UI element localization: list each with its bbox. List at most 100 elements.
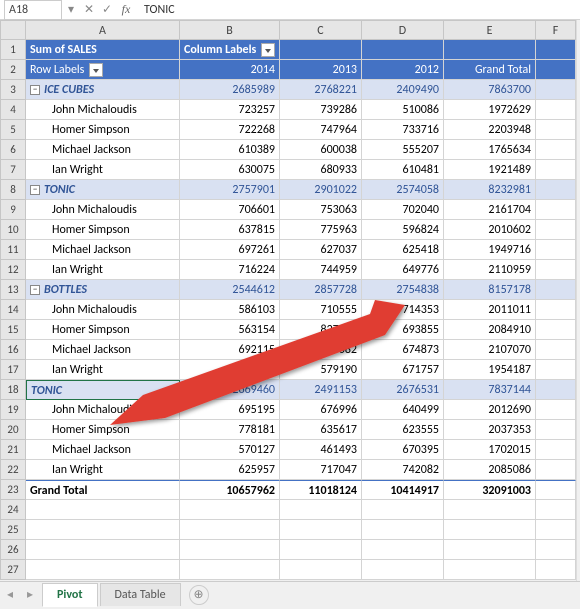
row-header[interactable]: 4 bbox=[0, 100, 26, 120]
cell[interactable] bbox=[536, 120, 576, 140]
cell[interactable] bbox=[536, 80, 576, 100]
cell[interactable]: 1921489 bbox=[444, 160, 536, 180]
cell[interactable] bbox=[536, 280, 576, 300]
person-name[interactable]: Michael Jackson bbox=[26, 440, 180, 460]
cell[interactable]: 2669460 bbox=[180, 380, 280, 400]
cell[interactable]: 2011011 bbox=[444, 300, 536, 320]
cell[interactable]: 635617 bbox=[280, 420, 362, 440]
cell[interactable]: 742082 bbox=[362, 460, 444, 480]
enter-icon[interactable]: ✓ bbox=[98, 2, 116, 17]
grand-total-label[interactable]: Grand Total bbox=[26, 480, 180, 500]
cell[interactable]: 827901 bbox=[280, 320, 362, 340]
row-header[interactable]: 25 bbox=[0, 520, 26, 540]
cell[interactable]: 600038 bbox=[280, 140, 362, 160]
cell[interactable]: 670395 bbox=[362, 440, 444, 460]
cell[interactable]: 744959 bbox=[280, 260, 362, 280]
cell[interactable] bbox=[536, 180, 576, 200]
cell[interactable]: 8157178 bbox=[444, 280, 536, 300]
cell[interactable]: 2676531 bbox=[362, 380, 444, 400]
row-header[interactable]: 11 bbox=[0, 240, 26, 260]
row-header[interactable]: 12 bbox=[0, 260, 26, 280]
cell[interactable] bbox=[536, 40, 576, 60]
cell[interactable]: 2491153 bbox=[280, 380, 362, 400]
cell[interactable] bbox=[26, 500, 180, 520]
cell[interactable] bbox=[280, 540, 362, 560]
row-header[interactable]: 2 bbox=[0, 60, 26, 80]
cell[interactable]: 747964 bbox=[280, 120, 362, 140]
cell[interactable]: 2768221 bbox=[280, 80, 362, 100]
person-name[interactable]: Michael Jackson bbox=[26, 340, 180, 360]
select-all-corner[interactable] bbox=[0, 20, 26, 40]
cell[interactable]: 7837144 bbox=[444, 380, 536, 400]
cell[interactable]: 2901022 bbox=[280, 180, 362, 200]
cell[interactable]: 1765634 bbox=[444, 140, 536, 160]
group-name[interactable]: −ICE CUBES bbox=[26, 80, 180, 100]
row-header[interactable]: 16 bbox=[0, 340, 26, 360]
cell[interactable] bbox=[180, 500, 280, 520]
row-header[interactable]: 1 bbox=[0, 40, 26, 60]
cell[interactable]: 680933 bbox=[280, 160, 362, 180]
cell[interactable]: 10657962 bbox=[180, 480, 280, 500]
cell[interactable] bbox=[362, 500, 444, 520]
year[interactable]: 2013 bbox=[280, 60, 362, 80]
cell[interactable]: 630075 bbox=[180, 160, 280, 180]
year[interactable]: 2012 bbox=[362, 60, 444, 80]
cell[interactable]: 1702015 bbox=[444, 440, 536, 460]
row-header[interactable]: 22 bbox=[0, 460, 26, 480]
cell[interactable]: 563154 bbox=[180, 320, 280, 340]
cell[interactable] bbox=[280, 500, 362, 520]
row-header[interactable]: 20 bbox=[0, 420, 26, 440]
pivot-title[interactable]: Sum of SALES bbox=[26, 40, 180, 60]
cell[interactable]: 702040 bbox=[362, 200, 444, 220]
cell[interactable] bbox=[536, 480, 576, 500]
name-box[interactable]: A18 bbox=[4, 0, 62, 20]
cell[interactable] bbox=[536, 500, 576, 520]
cell[interactable] bbox=[536, 440, 576, 460]
cell[interactable]: 706601 bbox=[180, 200, 280, 220]
cell[interactable]: 8232981 bbox=[444, 180, 536, 200]
cell[interactable] bbox=[536, 540, 576, 560]
year[interactable]: 2014 bbox=[180, 60, 280, 80]
add-sheet-icon[interactable]: ⊕ bbox=[189, 585, 209, 605]
collapse-icon[interactable]: − bbox=[30, 185, 40, 195]
cell[interactable]: 640499 bbox=[362, 400, 444, 420]
cell[interactable]: 692115 bbox=[180, 340, 280, 360]
person-name[interactable]: John Michaloudis bbox=[26, 100, 180, 120]
row-header[interactable]: 24 bbox=[0, 500, 26, 520]
person-name[interactable]: Michael Jackson bbox=[26, 240, 180, 260]
row-header[interactable]: 9 bbox=[0, 200, 26, 220]
cell[interactable]: 703240 bbox=[180, 360, 280, 380]
cell[interactable] bbox=[180, 520, 280, 540]
cell[interactable]: 2544612 bbox=[180, 280, 280, 300]
cell[interactable]: 2409490 bbox=[362, 80, 444, 100]
group-name[interactable]: TONIC bbox=[26, 380, 180, 400]
cell[interactable]: 510086 bbox=[362, 100, 444, 120]
person-name[interactable]: John Michaloudis bbox=[26, 300, 180, 320]
cell[interactable]: 739286 bbox=[280, 100, 362, 120]
person-name[interactable]: Homer Simpson bbox=[26, 420, 180, 440]
cell[interactable] bbox=[444, 560, 536, 580]
row-header[interactable]: 19 bbox=[0, 400, 26, 420]
cell[interactable]: 695195 bbox=[180, 400, 280, 420]
cell[interactable] bbox=[26, 540, 180, 560]
cell[interactable]: 11018124 bbox=[280, 480, 362, 500]
person-name[interactable]: Homer Simpson bbox=[26, 320, 180, 340]
row-header[interactable]: 6 bbox=[0, 140, 26, 160]
cell[interactable]: 778181 bbox=[180, 420, 280, 440]
person-name[interactable]: Ian Wright bbox=[26, 260, 180, 280]
person-name[interactable]: Homer Simpson bbox=[26, 220, 180, 240]
cell[interactable]: 2203948 bbox=[444, 120, 536, 140]
cell[interactable] bbox=[180, 540, 280, 560]
cell[interactable] bbox=[26, 560, 180, 580]
cell[interactable] bbox=[362, 560, 444, 580]
row-header[interactable]: 14 bbox=[0, 300, 26, 320]
cell[interactable]: 627037 bbox=[280, 240, 362, 260]
fx-icon[interactable]: fx bbox=[116, 2, 136, 17]
cell[interactable]: 2757901 bbox=[180, 180, 280, 200]
row-header[interactable]: 23 bbox=[0, 480, 26, 500]
person-name[interactable]: Ian Wright bbox=[26, 460, 180, 480]
cell[interactable] bbox=[536, 320, 576, 340]
cell[interactable]: 2012690 bbox=[444, 400, 536, 420]
tab-nav-first-icon[interactable]: ◂ bbox=[0, 587, 20, 602]
col-header-E[interactable]: E bbox=[444, 20, 536, 40]
